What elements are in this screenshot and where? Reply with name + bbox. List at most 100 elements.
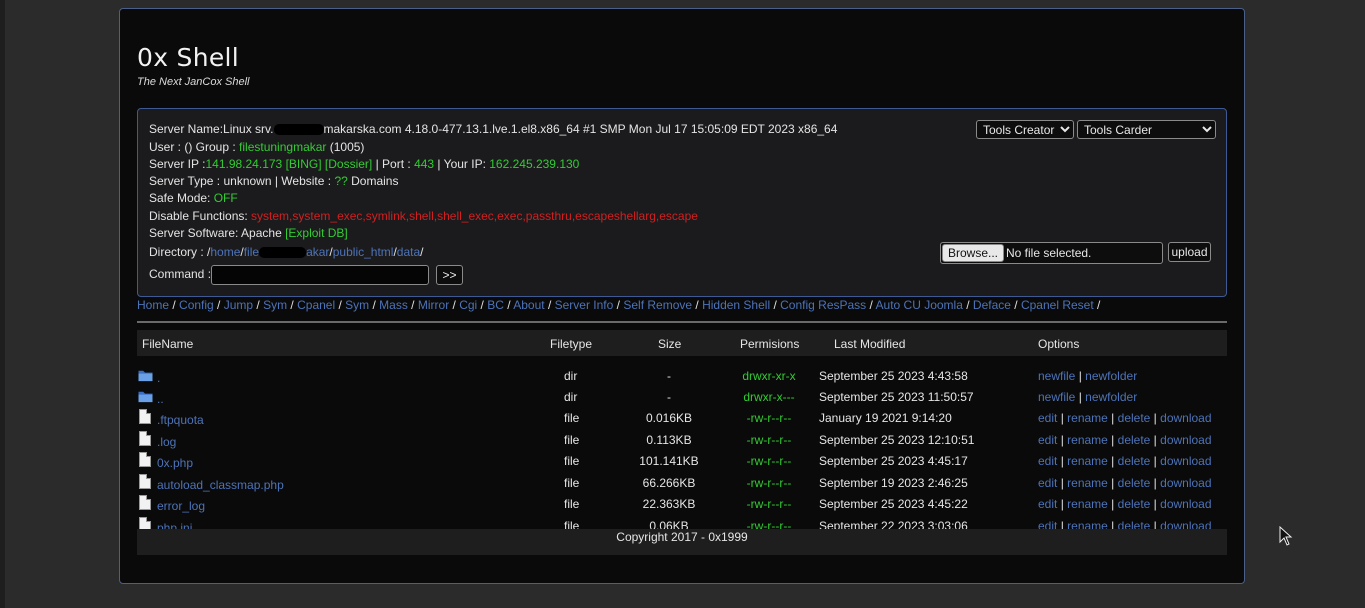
page-subtitle: The Next JanCox Shell — [137, 76, 250, 88]
file-modified: September 19 2023 2:46:25 — [819, 476, 968, 490]
file-name-link[interactable]: 0x.php — [157, 456, 193, 470]
upload-button[interactable]: upload — [1168, 242, 1211, 262]
rename-link[interactable]: rename — [1067, 433, 1108, 447]
command-input[interactable] — [211, 265, 429, 285]
rename-link[interactable]: rename — [1067, 454, 1108, 468]
file-size: 0.113KB — [646, 433, 692, 447]
menu-link-mass[interactable]: Mass — [379, 298, 408, 312]
menu-link-hidden-shell[interactable]: Hidden Shell — [702, 298, 770, 312]
bing-link[interactable]: [BING] — [286, 157, 322, 171]
file-name-link[interactable]: .ftpquota — [157, 413, 204, 427]
menu-separator: / — [253, 298, 264, 312]
menu-link-server-info[interactable]: Server Info — [555, 298, 614, 312]
directory-path: Directory : /home/file akar/public_html/d… — [149, 245, 424, 259]
newfile-link[interactable]: newfile — [1038, 390, 1075, 404]
download-link[interactable]: download — [1160, 476, 1211, 490]
browse-button[interactable]: Browse... — [942, 244, 1005, 262]
menu-link-config[interactable]: Config — [179, 298, 214, 312]
file-modified: September 25 2023 12:10:51 — [819, 433, 975, 447]
download-link[interactable]: download — [1160, 433, 1211, 447]
delete-link[interactable]: delete — [1118, 454, 1151, 468]
menu-link-about[interactable]: About — [513, 298, 544, 312]
download-link[interactable]: download — [1160, 454, 1211, 468]
delete-link[interactable]: delete — [1118, 433, 1151, 447]
file-permissions: drwxr-x--- — [743, 390, 795, 404]
server-ip-line: Server IP :141.98.24.173 [BING] [Dossier… — [149, 157, 580, 171]
menu-link-mirror[interactable]: Mirror — [418, 298, 449, 312]
file-permissions: -rw-r--r-- — [746, 476, 792, 490]
edit-link[interactable]: edit — [1038, 433, 1057, 447]
newfolder-link[interactable]: newfolder — [1085, 390, 1137, 404]
menu-separator: / — [962, 298, 973, 312]
server-type-line: Server Type : unknown | Website : ?? Dom… — [149, 174, 399, 188]
edit-link[interactable]: edit — [1038, 411, 1057, 425]
file-size: 0.016KB — [645, 411, 693, 425]
delete-link[interactable]: delete — [1118, 411, 1151, 425]
menu-link-deface[interactable]: Deface — [973, 298, 1011, 312]
file-options: edit | rename | delete | download — [1038, 497, 1212, 511]
menu-link-sym[interactable]: Sym — [263, 298, 287, 312]
edit-link[interactable]: edit — [1038, 476, 1057, 490]
dossier-link[interactable]: [Dossier] — [325, 157, 372, 171]
menu-link-auto-cu-joomla[interactable]: Auto CU Joomla — [876, 298, 963, 312]
menu-separator: / — [613, 298, 624, 312]
command-submit-button[interactable]: >> — [436, 265, 463, 285]
rename-link[interactable]: rename — [1067, 411, 1108, 425]
file-permissions: -rw-r--r-- — [746, 497, 792, 511]
file-permissions: -rw-r--r-- — [746, 411, 792, 425]
menu-link-cpanel[interactable]: Cpanel — [297, 298, 335, 312]
menu-link-config-respass[interactable]: Config ResPass — [780, 298, 866, 312]
file-size: - — [667, 369, 671, 383]
file-modified: September 25 2023 4:45:22 — [819, 497, 968, 511]
file-name-link[interactable]: .log — [157, 435, 176, 449]
dir-data-link[interactable]: data — [397, 245, 420, 259]
menu-separator: / — [477, 298, 488, 312]
download-link[interactable]: download — [1160, 411, 1211, 425]
file-name-link[interactable]: error_log — [157, 499, 205, 513]
mouse-cursor-icon — [1279, 526, 1293, 546]
menu-link-self-remove[interactable]: Self Remove — [623, 298, 692, 312]
menu-link-cgi[interactable]: Cgi — [459, 298, 477, 312]
file-upload-input[interactable]: Browse... No file selected. — [940, 242, 1163, 264]
file-modified: September 25 2023 4:45:17 — [819, 454, 968, 468]
menu-link-home[interactable]: Home — [137, 298, 169, 312]
file-options: edit | rename | delete | download — [1038, 454, 1212, 468]
tools-creator-select[interactable]: Tools Creator — [976, 120, 1074, 139]
delete-link[interactable]: delete — [1118, 476, 1151, 490]
dir-user-link[interactable]: file akar — [244, 245, 330, 259]
rename-link[interactable]: rename — [1067, 497, 1108, 511]
option-separator: | — [1150, 476, 1161, 490]
user-group-line: User : () Group : filestuningmakar (1005… — [149, 140, 365, 154]
menu-separator: / — [449, 298, 460, 312]
menu-link-cpanel-reset[interactable]: Cpanel Reset — [1021, 298, 1094, 312]
dir-home-link[interactable]: home — [210, 245, 240, 259]
option-separator: | — [1150, 497, 1161, 511]
dir-public-html-link[interactable]: public_html — [333, 245, 394, 259]
file-name-link[interactable]: autoload_classmap.php — [157, 478, 284, 492]
redaction — [273, 124, 324, 136]
table-header: FileName Filetype Size Permisions Last M… — [137, 330, 1227, 356]
file-size: 101.141KB — [639, 454, 699, 468]
rename-link[interactable]: rename — [1067, 476, 1108, 490]
menu-link-jump[interactable]: Jump — [224, 298, 253, 312]
file-name-link[interactable]: .. — [157, 392, 164, 406]
file-options: edit | rename | delete | download — [1038, 476, 1212, 490]
menu-separator: / — [770, 298, 781, 312]
newfolder-link[interactable]: newfolder — [1085, 369, 1137, 383]
file-type: file — [564, 476, 580, 490]
header-filetype: Filetype — [550, 337, 593, 351]
option-separator: | — [1107, 411, 1118, 425]
delete-link[interactable]: delete — [1118, 497, 1151, 511]
edit-link[interactable]: edit — [1038, 497, 1057, 511]
edit-link[interactable]: edit — [1038, 454, 1057, 468]
menu-link-bc[interactable]: BC — [487, 298, 504, 312]
file-name-link[interactable]: . — [157, 371, 160, 385]
server-name-line: Server Name:Linux srv. makarska.com 4.18.… — [149, 122, 838, 136]
exploit-db-link[interactable]: [Exploit DB] — [285, 226, 348, 240]
tools-carder-select[interactable]: Tools Carder — [1077, 120, 1216, 139]
header-filename: FileName — [142, 337, 194, 351]
newfile-link[interactable]: newfile — [1038, 369, 1075, 383]
menu-link-sym[interactable]: Sym — [345, 298, 369, 312]
file-size: 66.266KB — [642, 476, 696, 490]
download-link[interactable]: download — [1160, 497, 1211, 511]
